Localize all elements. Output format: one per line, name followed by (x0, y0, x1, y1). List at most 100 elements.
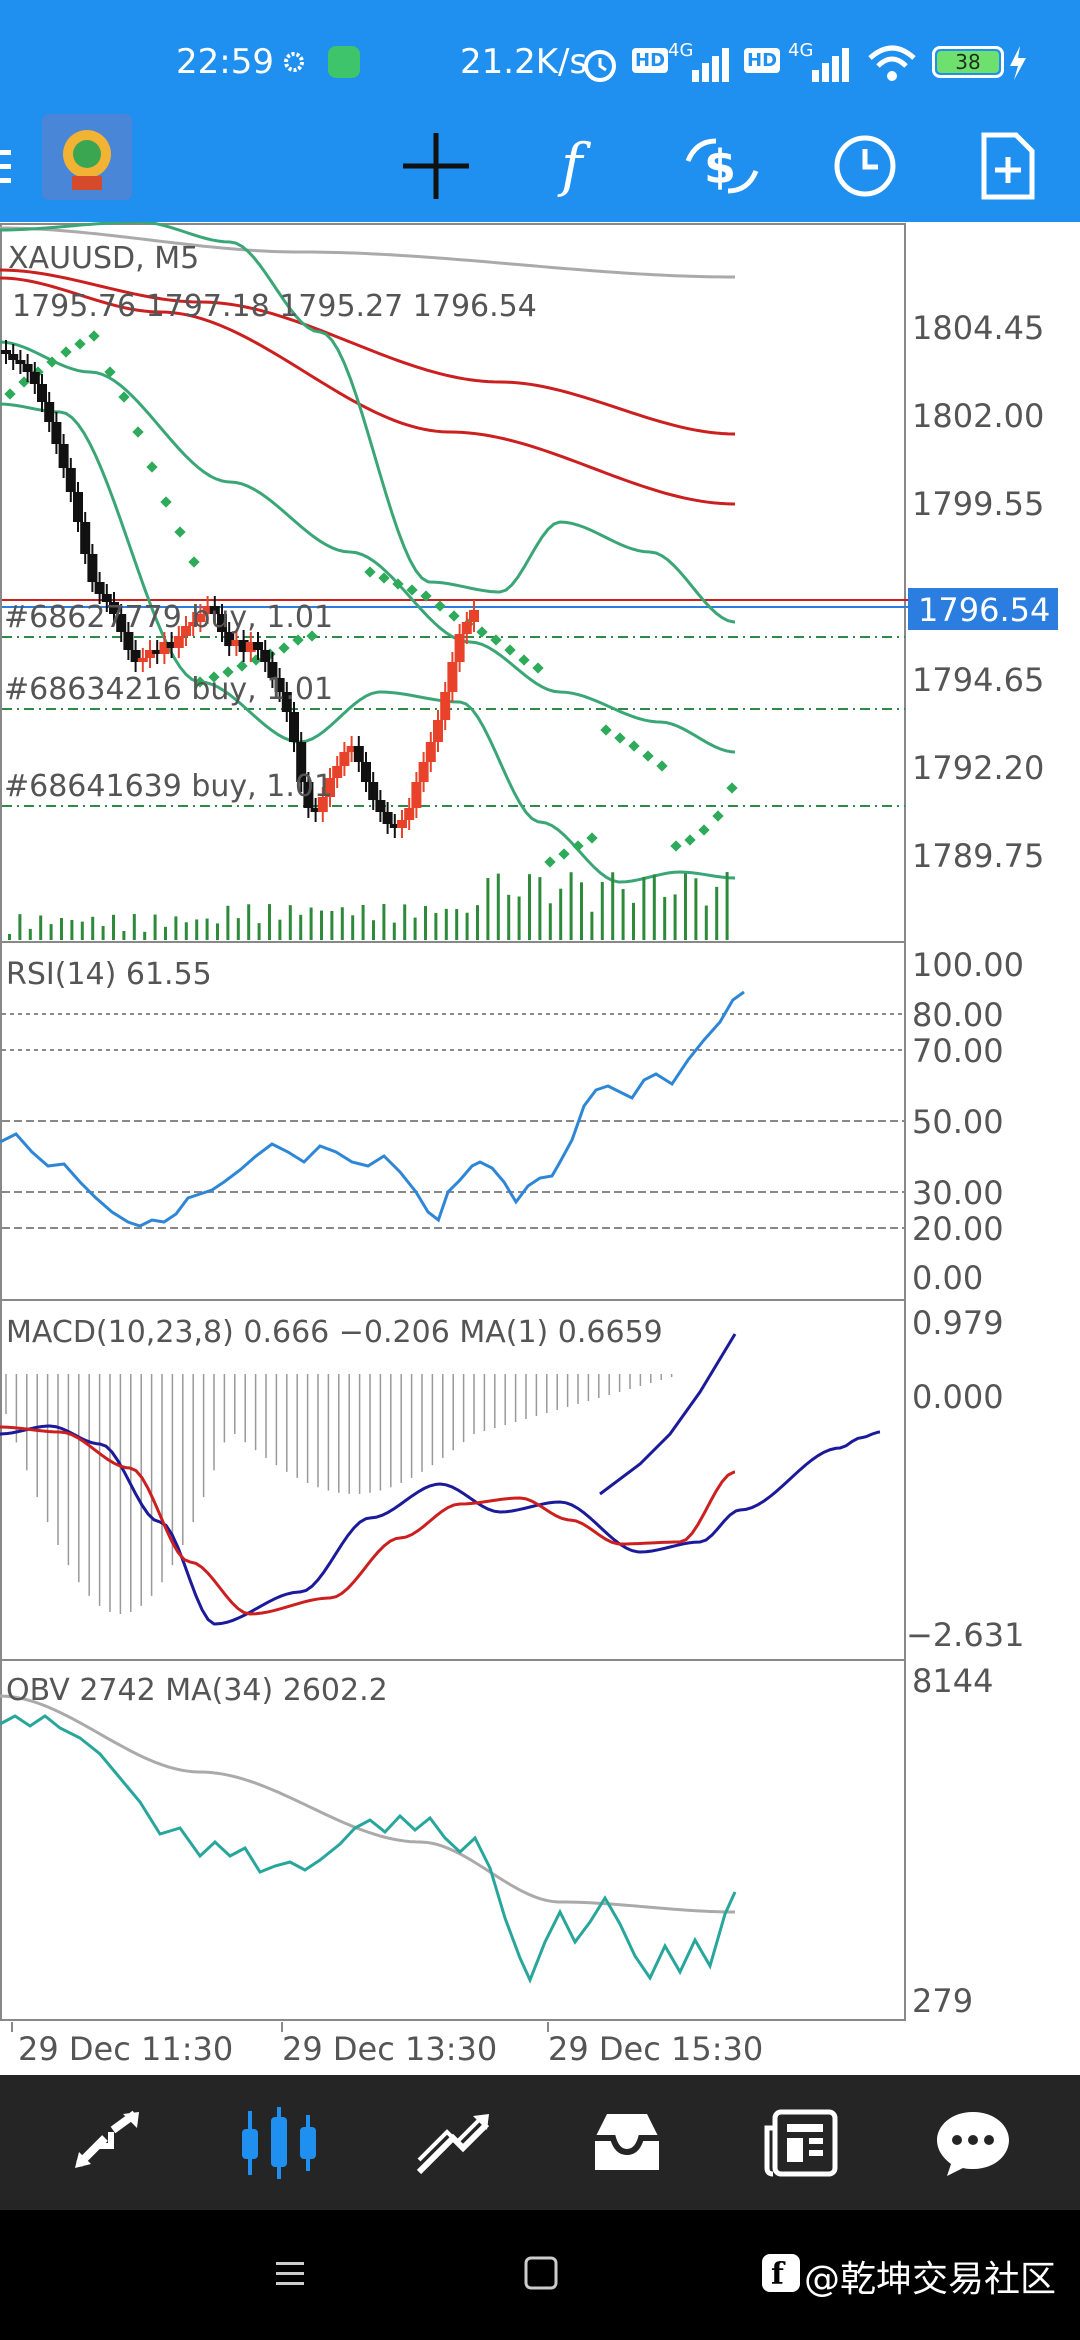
volume-bar (143, 931, 147, 940)
volume-bar (569, 872, 573, 940)
nav-history[interactable] (572, 2097, 682, 2189)
sar-dot (132, 426, 144, 438)
trade-button[interactable]: $ (672, 120, 772, 212)
volume-bar (455, 909, 459, 940)
volume-bar (611, 872, 615, 940)
rsi-tick: 0.00 (912, 1259, 983, 1297)
sar-dot (88, 330, 100, 342)
volume-bar (247, 904, 251, 940)
candle (65, 468, 76, 492)
volume-bar (257, 923, 261, 940)
signal-icon (692, 48, 729, 82)
volume-bar (486, 878, 490, 940)
volume-bar (663, 896, 667, 940)
volume-bar (60, 918, 63, 940)
new-order-button[interactable] (958, 120, 1058, 212)
home-icon (524, 2256, 558, 2290)
macd-tick: −2.631 (906, 1616, 1024, 1654)
macd-tick: 0.979 (912, 1304, 1004, 1342)
menu-icon (0, 150, 11, 183)
sar-dot (600, 724, 612, 736)
volume-bar (8, 934, 11, 940)
crosshair-button[interactable] (386, 120, 486, 212)
time-label: 29 Dec 15:30 (548, 2030, 763, 2068)
history-icon (595, 2114, 659, 2170)
sar-dot (684, 834, 696, 846)
news-icon (764, 2109, 838, 2177)
sar-dot (364, 566, 376, 578)
recent-apps-icon (276, 2262, 304, 2285)
volume-bar (216, 923, 219, 940)
volume-bar (413, 917, 417, 940)
candle (375, 800, 386, 812)
bottom-navigation (0, 2075, 1080, 2210)
volume-bar (444, 908, 448, 940)
price-tick: 1789.75 (912, 837, 1044, 875)
menu-button[interactable] (0, 120, 30, 212)
signal-icon (812, 48, 849, 82)
volume-bar (236, 918, 240, 940)
volume-bar (320, 910, 323, 940)
volume-bar (132, 914, 136, 940)
candle (260, 650, 271, 662)
volume-bar (351, 915, 355, 940)
volume-bar (18, 914, 22, 940)
rsi-tick: 50.00 (912, 1103, 1004, 1141)
hd-badge: HD (744, 48, 781, 73)
macd-label: MACD(10,23,8) 0.666 −0.206 MA(1) 0.6659 (6, 1315, 663, 1350)
symbol-label: XAUUSD, M5 (8, 241, 199, 276)
volume-bar (70, 920, 74, 940)
volume-bar (330, 911, 334, 940)
volume-bar (528, 874, 531, 940)
trade-icon: $ (685, 138, 759, 194)
home-button[interactable] (510, 2250, 570, 2300)
recent-apps-button[interactable] (260, 2250, 320, 2300)
nav-quotes[interactable] (54, 2097, 164, 2189)
indicators-button[interactable]: f (528, 120, 628, 212)
status-time: 22:59 (176, 42, 274, 82)
nav-trade[interactable] (398, 2097, 508, 2189)
sar-dot (160, 496, 172, 508)
sar-dot (656, 760, 668, 772)
volume-bar (424, 906, 427, 940)
obv-tick: 8144 (912, 1662, 993, 1700)
sar-dot (628, 740, 640, 752)
chart-area[interactable]: XAUUSD, M5 1795.76 1797.18 1795.27 1796.… (0, 222, 1080, 2075)
network-speed: 21.2K/s (460, 42, 588, 82)
weibo-logo: f (762, 2254, 800, 2292)
crosshair-icon (403, 133, 469, 199)
volume-bar (392, 922, 396, 940)
candle (15, 360, 26, 364)
price-tick: 1799.55 (912, 485, 1044, 523)
candle (368, 782, 379, 800)
candle (353, 746, 364, 762)
candle (173, 636, 184, 648)
rsi-tick: 80.00 (912, 996, 1004, 1034)
volume-bar (652, 874, 656, 940)
order-label-1: #68627779 buy, 1.01 (4, 600, 333, 635)
app-header: 22:59 21.2K/s HD 4G HD 4G 38 f $ (0, 0, 1080, 222)
candle (411, 782, 422, 808)
charging-icon (1010, 46, 1026, 80)
candle (73, 492, 83, 522)
volume-bar (122, 931, 126, 940)
volume-bar (507, 894, 511, 940)
sar-dot (614, 732, 626, 744)
volume-bar (632, 902, 635, 940)
nav-messages[interactable] (918, 2097, 1028, 2189)
order-label-2: #68634216 buy, 1.01 (4, 672, 333, 707)
nav-chart[interactable] (224, 2097, 334, 2189)
sar-dot (504, 644, 516, 656)
order-label-3: #68641639 buy, 1.01 (4, 769, 333, 804)
nav-news[interactable] (746, 2097, 856, 2189)
metatrader-logo (42, 114, 132, 200)
candle (37, 384, 47, 402)
chart-canvas: XAUUSD, M5 1795.76 1797.18 1795.27 1796.… (0, 222, 1058, 2068)
sar-dot (236, 660, 248, 672)
sar-dot (712, 810, 724, 822)
obv-line (0, 1714, 737, 1984)
candle (461, 622, 472, 634)
volume-bar (112, 914, 115, 940)
timeframe-button[interactable] (815, 120, 915, 212)
rsi-line (0, 990, 745, 1228)
